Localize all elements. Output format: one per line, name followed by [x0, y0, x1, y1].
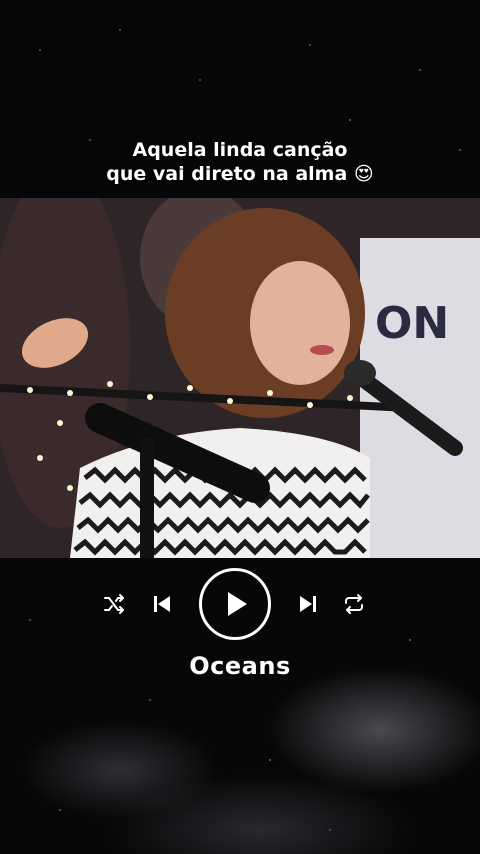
player-controls [0, 566, 480, 642]
video-frame[interactable]: ON [0, 198, 480, 558]
shuffle-icon[interactable] [100, 590, 128, 618]
play-button[interactable] [199, 568, 271, 640]
heart-eyes-emoji: 😍 [353, 163, 374, 185]
svg-text:ON: ON [375, 298, 449, 349]
caption-line-2-text: que vai direto na alma [106, 163, 348, 185]
play-icon [228, 592, 247, 616]
repeat-icon[interactable] [340, 590, 368, 618]
video-caption: Aquela linda canção que vai direto na al… [0, 138, 480, 186]
previous-icon[interactable] [148, 590, 176, 618]
caption-line-2: que vai direto na alma 😍 [0, 162, 480, 186]
caption-line-1: Aquela linda canção [132, 139, 348, 161]
next-icon[interactable] [294, 590, 322, 618]
track-title: Oceans [189, 652, 291, 680]
video-scene: ON [0, 198, 480, 558]
